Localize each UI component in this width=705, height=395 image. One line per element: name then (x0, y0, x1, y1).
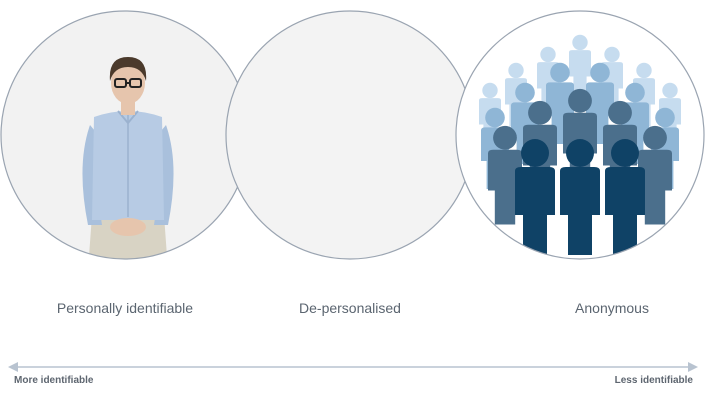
portrait-pixelated-illustration (225, 10, 475, 260)
stage-label-anonymous: Anonymous (575, 300, 649, 316)
portrait-clear-illustration (0, 10, 250, 260)
identifiability-diagram (0, 0, 705, 390)
stage-label-personally-identifiable: Personally identifiable (56, 300, 194, 316)
identifiability-scale-arrow (8, 362, 698, 372)
arrow-left-icon (8, 362, 18, 372)
arrow-right-icon (688, 362, 698, 372)
stage-label-de-personalised: De-personalised (299, 300, 401, 316)
crowd-silhouettes-illustration (455, 10, 705, 260)
scale-label-less-identifiable: Less identifiable (614, 375, 693, 386)
scale-label-more-identifiable: More identifiable (14, 375, 94, 386)
